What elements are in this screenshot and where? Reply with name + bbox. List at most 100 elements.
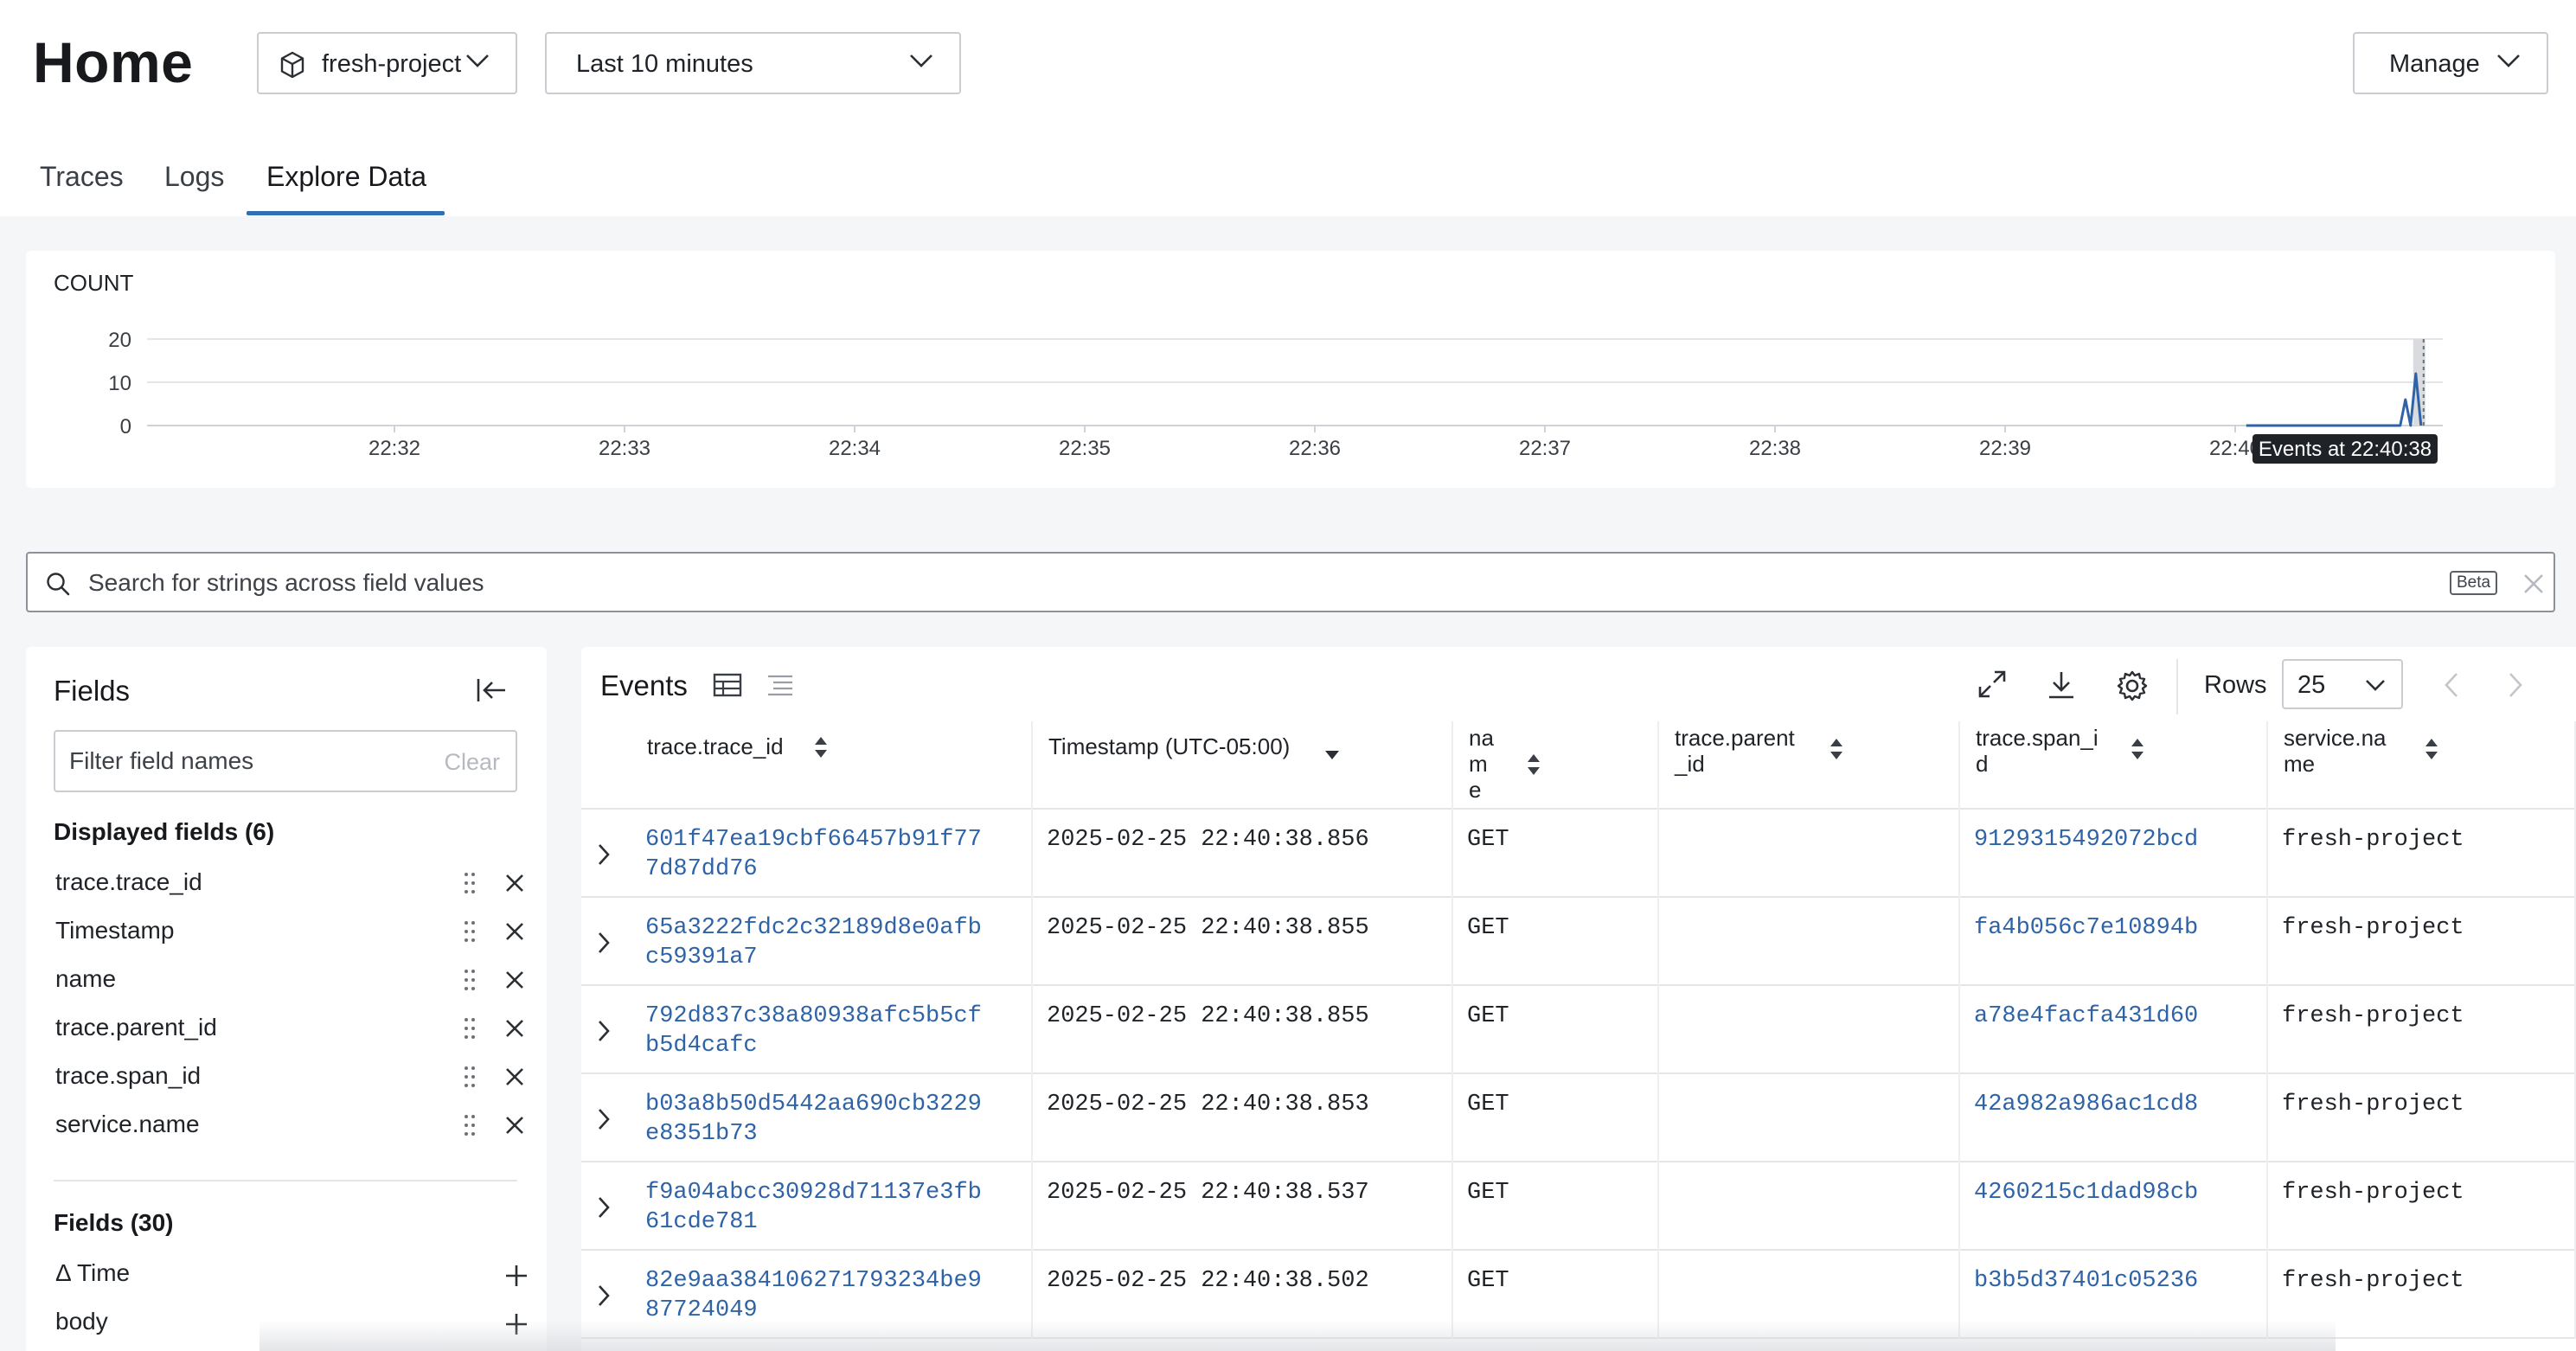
displayed-field-row[interactable]: trace.span_id — [54, 1060, 523, 1095]
filter-field-names[interactable]: Clear — [54, 730, 517, 792]
tab-explore-data[interactable]: Explore Data — [266, 161, 426, 193]
gear-icon[interactable] — [2116, 669, 2149, 702]
remove-field-icon[interactable] — [505, 970, 524, 994]
chevron-right-icon[interactable] — [597, 1107, 611, 1136]
trace-id-link[interactable]: 601f47ea19cbf66457b91f77 7d87dd76 — [645, 825, 982, 884]
field-name: name — [55, 965, 117, 992]
page-title: Home — [33, 30, 194, 94]
close-icon[interactable] — [2522, 573, 2545, 595]
timestamp-cell: 2025-02-25 22:40:38.502 — [1047, 1268, 1369, 1294]
field-value-search[interactable]: Beta — [26, 552, 2555, 612]
table-cell: 2025-02-25 22:40:38.856 — [1033, 810, 1453, 898]
chevron-right-icon[interactable] — [597, 931, 611, 959]
column-header[interactable]: trace.trace_id — [581, 721, 1033, 810]
chevron-down-icon — [2366, 680, 2385, 691]
remove-field-icon[interactable] — [505, 1116, 524, 1139]
remove-field-icon[interactable] — [505, 1019, 524, 1042]
displayed-field-row[interactable]: name — [54, 964, 523, 998]
drag-handle-icon[interactable] — [464, 920, 476, 947]
remove-field-icon[interactable] — [505, 874, 524, 897]
trace-id-link[interactable]: 82e9aa384106271793234be9 87724049 — [645, 1266, 982, 1325]
sort-icon[interactable] — [1526, 752, 1541, 783]
drag-handle-icon[interactable] — [464, 1114, 476, 1141]
download-icon[interactable] — [2047, 669, 2076, 701]
collapse-panel-icon[interactable] — [476, 676, 507, 704]
x-tick-label: 22:38 — [1749, 437, 1801, 460]
tab-logs[interactable]: Logs — [164, 161, 224, 193]
table-cell — [1659, 1074, 1960, 1162]
table-cell: 4260215c1dad98cb — [1960, 1162, 2268, 1251]
column-label: trace.trace_id — [647, 733, 784, 759]
chevron-right-icon[interactable] — [597, 842, 611, 871]
sort-icon[interactable] — [1829, 737, 1844, 767]
trace-id-link[interactable]: f9a04abcc30928d71137e3fb 61cde781 — [645, 1178, 982, 1237]
next-page-icon[interactable] — [2507, 671, 2524, 699]
filter-clear-button[interactable]: Clear — [444, 749, 500, 776]
sort-icon[interactable] — [2130, 737, 2145, 767]
column-header[interactable]: trace.span_i d — [1960, 721, 2268, 810]
available-field-row[interactable]: Δ Time — [54, 1258, 527, 1292]
span-id-link[interactable]: a78e4facfa431d60 — [1974, 1002, 2198, 1031]
field-name: Timestamp — [55, 917, 175, 944]
table-row[interactable]: b03a8b50d5442aa690cb3229 e8351b73 2025-02-… — [581, 1074, 2576, 1162]
chevron-right-icon[interactable] — [597, 1195, 611, 1224]
column-label: service.na me — [2284, 725, 2387, 777]
displayed-field-row[interactable]: trace.trace_id — [54, 867, 523, 901]
trace-id-link[interactable]: b03a8b50d5442aa690cb3229 e8351b73 — [645, 1090, 982, 1149]
trace-id-link[interactable]: 65a3222fdc2c32189d8e0afb c59391a7 — [645, 913, 982, 972]
sort-descending-icon[interactable] — [1323, 740, 1341, 767]
table-cell: GET — [1453, 898, 1659, 986]
span-id-link[interactable]: fa4b056c7e10894b — [1974, 913, 2198, 943]
table-cell: a78e4facfa431d60 — [1960, 986, 2268, 1074]
service-name-cell: fresh-project — [2282, 1003, 2464, 1029]
chevron-down-icon — [2497, 54, 2520, 67]
column-header[interactable]: Timestamp (UTC-05:00) — [1033, 721, 1453, 810]
span-id-link[interactable]: b3b5d37401c05236 — [1974, 1266, 2198, 1296]
sort-icon[interactable] — [2424, 737, 2439, 767]
sort-icon[interactable] — [813, 735, 829, 765]
drag-handle-icon[interactable] — [464, 1066, 476, 1092]
chevron-right-icon[interactable] — [597, 1284, 611, 1312]
table-row[interactable]: 65a3222fdc2c32189d8e0afb c59391a7 2025-02-… — [581, 898, 2576, 986]
displayed-field-row[interactable]: trace.parent_id — [54, 1012, 523, 1047]
timestamp-cell: 2025-02-25 22:40:38.853 — [1047, 1092, 1369, 1117]
expand-icon[interactable] — [1977, 669, 2007, 699]
chevron-down-icon — [466, 54, 489, 67]
remove-field-icon[interactable] — [505, 922, 524, 945]
column-header[interactable]: na m e — [1453, 721, 1659, 810]
displayed-field-row[interactable]: Timestamp — [54, 915, 523, 950]
chevron-right-icon[interactable] — [597, 1019, 611, 1047]
filter-field-input[interactable] — [69, 744, 433, 778]
table-cell: 2025-02-25 22:40:38.537 — [1033, 1162, 1453, 1251]
span-id-link[interactable]: 9129315492072bcd — [1974, 825, 2198, 855]
field-name: trace.parent_id — [55, 1014, 217, 1040]
search-input[interactable] — [88, 564, 2424, 602]
tab-traces[interactable]: Traces — [40, 161, 124, 193]
time-range-select[interactable]: Last 10 minutes — [545, 32, 961, 94]
drag-handle-icon[interactable] — [464, 969, 476, 996]
count-chart[interactable]: COUNT 20 10 0 22:32 22:33 22:34 22:35 22:36 22:37… — [26, 251, 2555, 488]
previous-page-icon[interactable] — [2443, 671, 2460, 699]
project-select[interactable]: fresh-project — [257, 32, 517, 94]
table-row[interactable]: 601f47ea19cbf66457b91f77 7d87dd76 2025-02-… — [581, 810, 2576, 898]
list-view-icon[interactable] — [766, 673, 794, 697]
column-header[interactable]: service.na me — [2268, 721, 2576, 810]
table-view-icon[interactable] — [713, 673, 742, 697]
trace-id-link[interactable]: 792d837c38a80938afc5b5cf b5d4cafc — [645, 1002, 982, 1060]
table-cell — [1659, 1162, 1960, 1251]
manage-button[interactable]: Manage — [2353, 32, 2548, 94]
add-field-icon[interactable] — [505, 1265, 528, 1291]
drag-handle-icon[interactable] — [464, 1017, 476, 1044]
span-id-link[interactable]: 4260215c1dad98cb — [1974, 1178, 2198, 1207]
span-id-link[interactable]: 42a982a986ac1cd8 — [1974, 1090, 2198, 1119]
name-cell: GET — [1467, 1180, 1509, 1206]
rows-per-page-select[interactable]: 25 — [2282, 659, 2403, 709]
remove-field-icon[interactable] — [505, 1067, 524, 1091]
column-header[interactable]: trace.parent _id — [1659, 721, 1960, 810]
chevron-down-icon — [910, 54, 932, 67]
table-row[interactable]: f9a04abcc30928d71137e3fb 61cde781 2025-02-… — [581, 1162, 2576, 1251]
drag-handle-icon[interactable] — [464, 872, 476, 899]
table-row[interactable]: 792d837c38a80938afc5b5cf b5d4cafc 2025-02-… — [581, 986, 2576, 1074]
field-name: service.name — [55, 1111, 200, 1137]
displayed-field-row[interactable]: service.name — [54, 1109, 523, 1143]
